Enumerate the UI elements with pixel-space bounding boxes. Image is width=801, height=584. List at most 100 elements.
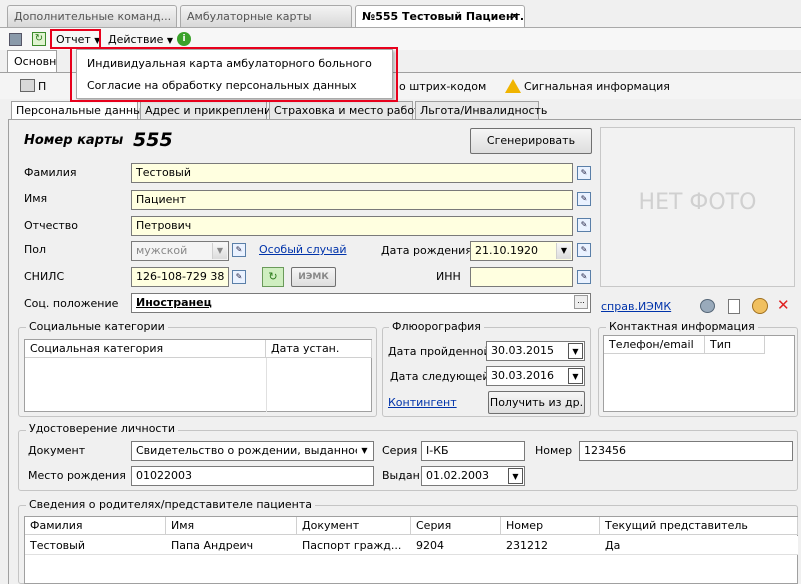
column-header[interactable]: Социальная категория bbox=[25, 340, 266, 358]
card-number-value: 555 bbox=[133, 129, 173, 151]
social-status-value: Иностранец bbox=[136, 296, 212, 309]
social-status-input[interactable]: Иностранец ... bbox=[131, 293, 591, 313]
report-highlight-frame bbox=[50, 29, 101, 49]
column-header[interactable]: Документ bbox=[297, 517, 411, 535]
name-input[interactable]: Пациент bbox=[131, 190, 573, 210]
tab-label: Страховка и место работы bbox=[274, 104, 430, 117]
edit-icon[interactable]: ✎ bbox=[232, 243, 246, 257]
column-header[interactable]: Серия bbox=[411, 517, 501, 535]
fluoro-next-input[interactable]: 30.03.2016 ▼ bbox=[486, 366, 585, 386]
column-header[interactable]: Тип bbox=[705, 336, 765, 354]
column-header[interactable]: Телефон/email bbox=[604, 336, 705, 354]
table-row[interactable]: Тестовый Папа Андреич Паспорт гражд... 9… bbox=[25, 536, 798, 555]
chevron-down-icon[interactable]: ▼ bbox=[357, 443, 372, 459]
parents-title: Сведения о родителях/представителе пацие… bbox=[26, 498, 316, 511]
snils-input[interactable]: 126-108-729 38 bbox=[131, 267, 229, 287]
tab-label: Адрес и прикрепление bbox=[145, 104, 278, 117]
delete-icon[interactable]: ✕ bbox=[777, 296, 790, 314]
fluoro-next-value: 30.03.2016 bbox=[491, 369, 554, 382]
close-icon[interactable]: ✕ bbox=[510, 10, 519, 23]
tab-personal-data[interactable]: Персональные данные bbox=[11, 101, 149, 121]
tab-address[interactable]: Адрес и прикрепление bbox=[140, 101, 278, 120]
chevron-down-icon[interactable]: ▼ bbox=[568, 343, 583, 359]
file-icon[interactable] bbox=[728, 299, 740, 314]
birth-date-value: 21.10.1920 bbox=[475, 244, 538, 257]
cell-number: 231212 bbox=[506, 539, 548, 552]
patronymic-label: Отчество bbox=[24, 219, 79, 232]
action-label: Действие bbox=[108, 33, 164, 46]
birth-date-input[interactable]: 21.10.1920 ▼ bbox=[470, 241, 573, 261]
barcode-label[interactable]: о штрих-кодом bbox=[399, 80, 486, 93]
contingent-link[interactable]: Контингент bbox=[388, 396, 457, 409]
inn-input[interactable] bbox=[470, 267, 573, 287]
birth-date-label: Дата рождения bbox=[381, 244, 472, 257]
social-categories-grid[interactable]: Социальная категория Дата устан. bbox=[24, 339, 372, 412]
column-header[interactable]: Фамилия bbox=[25, 517, 166, 535]
generate-button[interactable]: Сгенерировать bbox=[470, 128, 592, 154]
special-case-link[interactable]: Особый случай bbox=[259, 243, 347, 256]
tab-insurance[interactable]: Страховка и место работы bbox=[269, 101, 429, 120]
patronymic-input[interactable]: Петрович bbox=[131, 216, 573, 236]
get-from-other-button[interactable]: Получить из др. bbox=[488, 391, 585, 414]
fluoro-next-label: Дата следующей bbox=[390, 370, 490, 383]
chevron-down-icon[interactable]: ▼ bbox=[212, 243, 227, 259]
issued-value: 01.02.2003 bbox=[426, 469, 489, 482]
refresh-icon[interactable]: ↻ bbox=[262, 267, 284, 287]
iemk-reference-link[interactable]: справ.ИЭМК bbox=[601, 300, 671, 313]
printer-icon[interactable] bbox=[20, 79, 35, 92]
sex-value: мужской bbox=[136, 244, 188, 257]
iemk-button[interactable]: ИЭМК bbox=[291, 267, 336, 287]
refresh-icon[interactable]: ↻ bbox=[32, 32, 46, 46]
column-header[interactable]: Дата устан. bbox=[266, 340, 372, 358]
fluoro-passed-value: 30.03.2015 bbox=[491, 344, 554, 357]
no-photo-text: НЕТ ФОТО bbox=[638, 190, 757, 215]
signal-info-button[interactable]: Сигнальная информация bbox=[524, 80, 670, 93]
document-select[interactable]: Свидетельство о рождении, выданное в Рс … bbox=[131, 441, 374, 461]
edit-icon[interactable]: ✎ bbox=[577, 166, 591, 180]
edit-icon[interactable]: ✎ bbox=[577, 270, 591, 284]
info-icon[interactable]: i bbox=[177, 32, 191, 46]
birthplace-input[interactable]: 01022003 bbox=[131, 466, 374, 486]
number-label: Номер bbox=[535, 444, 573, 457]
warning-icon bbox=[505, 79, 521, 93]
save-icon[interactable] bbox=[9, 33, 22, 46]
cell-name: Папа Андреич bbox=[171, 539, 254, 552]
contact-grid[interactable]: Телефон/email Тип bbox=[603, 335, 795, 412]
chevron-down-icon[interactable]: ▼ bbox=[568, 368, 583, 384]
column-header[interactable]: Имя bbox=[166, 517, 297, 535]
tab-outpatient-cards[interactable]: Амбулаторные карты bbox=[180, 5, 352, 27]
series-input[interactable]: I-КБ bbox=[421, 441, 525, 461]
photo-box[interactable]: НЕТ ФОТО bbox=[600, 127, 795, 287]
tab-main[interactable]: Основн bbox=[7, 50, 57, 72]
social-status-label: Соц. положение bbox=[24, 297, 119, 310]
cell-document: Паспорт гражд... bbox=[302, 539, 402, 552]
tab-benefits[interactable]: Льгота/Инвалидность bbox=[415, 101, 547, 120]
edit-icon[interactable]: ✎ bbox=[232, 270, 246, 284]
name-label: Имя bbox=[24, 192, 48, 205]
sex-select[interactable]: мужской ▼ bbox=[131, 241, 229, 261]
chevron-down-icon[interactable]: ▼ bbox=[508, 468, 523, 484]
inn-label: ИНН bbox=[436, 270, 461, 283]
cell-current: Да bbox=[605, 539, 621, 552]
surname-input[interactable]: Тестовый bbox=[131, 163, 573, 183]
fluoro-passed-input[interactable]: 30.03.2015 ▼ bbox=[486, 341, 585, 361]
more-button[interactable]: ... bbox=[574, 295, 588, 309]
palette-icon[interactable] bbox=[752, 298, 768, 314]
document-value: Свидетельство о рождении, выданное в Рс bbox=[136, 444, 374, 457]
edit-icon[interactable]: ✎ bbox=[577, 243, 591, 257]
edit-icon[interactable]: ✎ bbox=[577, 192, 591, 206]
issued-label: Выдан bbox=[382, 469, 420, 482]
tab-patient-card[interactable]: №555 Тестовый Пациент... ✕ bbox=[355, 5, 525, 28]
series-label: Серия bbox=[382, 444, 418, 457]
document-label: Документ bbox=[28, 444, 86, 457]
column-header[interactable]: Текущий представитель bbox=[600, 517, 798, 535]
issued-input[interactable]: 01.02.2003 ▼ bbox=[421, 466, 525, 486]
parents-grid[interactable]: Фамилия Имя Документ Серия Номер Текущий… bbox=[24, 516, 798, 584]
tab-additional-commands[interactable]: Дополнительные команд... bbox=[7, 5, 177, 27]
edit-icon[interactable]: ✎ bbox=[577, 218, 591, 232]
number-input[interactable]: 123456 bbox=[579, 441, 793, 461]
column-header[interactable]: Номер bbox=[501, 517, 600, 535]
print-label[interactable]: П bbox=[38, 80, 46, 93]
chevron-down-icon[interactable]: ▼ bbox=[556, 243, 571, 259]
webcam-icon[interactable] bbox=[700, 299, 715, 313]
